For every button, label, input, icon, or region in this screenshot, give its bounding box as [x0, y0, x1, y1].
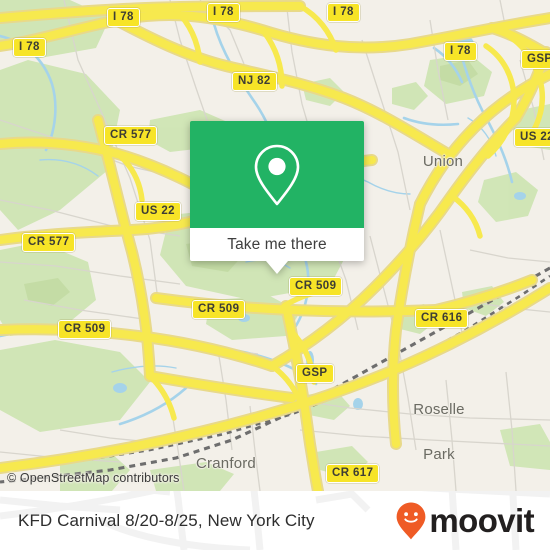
- footer-bar: KFD Carnival 8/20-8/25, New York City mo…: [0, 491, 550, 550]
- callout-action[interactable]: Take me there: [190, 228, 364, 261]
- road-shield: I 78: [13, 38, 46, 57]
- road-shield: CR 509: [192, 300, 246, 319]
- location-callout-card[interactable]: Take me there: [190, 121, 364, 274]
- road-shield: CR 577: [22, 233, 76, 252]
- map-pin-icon: [254, 144, 300, 205]
- road-shield: CR 509: [289, 277, 343, 296]
- take-me-there-label: Take me there: [227, 235, 327, 253]
- road-shield: CR 616: [415, 309, 469, 328]
- road-shield: I 78: [107, 8, 140, 27]
- road-shield: NJ 82: [232, 72, 277, 91]
- road-shield: I 78: [327, 3, 360, 22]
- road-shield: US 22: [514, 128, 550, 147]
- road-shield: US 22: [135, 202, 181, 221]
- moovit-logo[interactable]: moovit: [394, 501, 535, 541]
- road-shield: CR 617: [326, 464, 380, 483]
- road-shield: CR 509: [58, 320, 112, 339]
- osm-attribution[interactable]: © OpenStreetMap contributors: [7, 471, 180, 485]
- road-shield: I 78: [207, 3, 240, 22]
- page-title: KFD Carnival 8/20-8/25, New York City: [18, 510, 315, 530]
- map-canvas[interactable]: Union Roselle Park Cranford I 78 I 78 I …: [0, 0, 550, 491]
- road-shield: GSP: [521, 50, 550, 69]
- road-shield: GSP: [296, 364, 334, 383]
- moovit-smiley-pin-icon: [397, 502, 426, 539]
- map-screenshot: Union Roselle Park Cranford I 78 I 78 I …: [0, 0, 550, 550]
- road-shield: CR 577: [104, 126, 158, 145]
- moovit-wordmark: moovit: [429, 502, 534, 539]
- callout-header: [190, 121, 364, 228]
- callout-tail: [266, 261, 288, 274]
- road-shield: I 78: [444, 42, 477, 61]
